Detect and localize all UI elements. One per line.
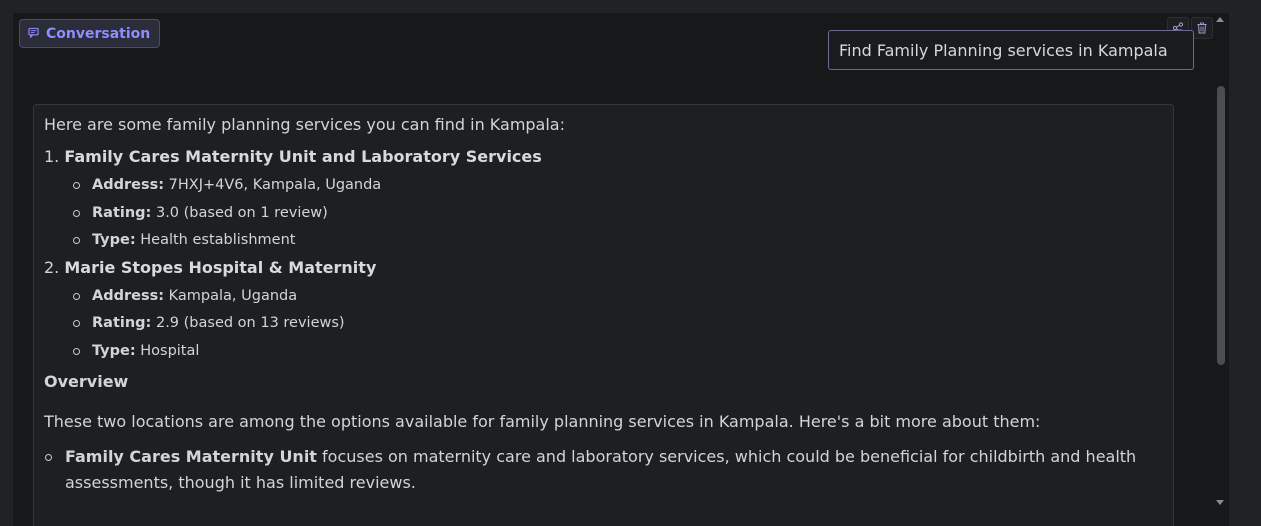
scroll-down-arrow[interactable] bbox=[1216, 500, 1224, 505]
result-number: 2. bbox=[44, 257, 60, 277]
conversation-badge-label: Conversation bbox=[46, 25, 151, 42]
overview-text: These two locations are among the option… bbox=[44, 412, 1041, 431]
result-details-1: Address: 7HXJ+4V6, Kampala, Uganda Ratin… bbox=[71, 175, 1163, 258]
trash-icon bbox=[1196, 19, 1208, 38]
result-item-2: 2. Marie Stopes Hospital & Maternity bbox=[44, 258, 1163, 278]
scroll-up-arrow[interactable] bbox=[1216, 17, 1224, 22]
window-top-strip bbox=[0, 0, 1261, 13]
detail-address: Address: 7HXJ+4V6, Kampala, Uganda bbox=[71, 175, 1163, 203]
delete-button[interactable] bbox=[1191, 17, 1213, 39]
conversation-panel: Conversation Find Family Planning servic… bbox=[13, 13, 1229, 526]
detail-address: Address: Kampala, Uganda bbox=[71, 286, 1163, 314]
scrollbar-thumb[interactable] bbox=[1217, 86, 1225, 365]
assistant-message: Here are some family planning services y… bbox=[33, 104, 1174, 526]
conversation-badge[interactable]: Conversation bbox=[19, 19, 161, 48]
result-details-2: Address: Kampala, Uganda Rating: 2.9 (ba… bbox=[71, 286, 1163, 369]
detail-type: Type: Health establishment bbox=[71, 230, 1163, 258]
result-number: 1. bbox=[44, 147, 60, 166]
result-item-1: 1. Family Cares Maternity Unit and Labor… bbox=[44, 147, 1163, 167]
detail-type: Type: Hospital bbox=[71, 341, 1163, 369]
detail-rating: Rating: 2.9 (based on 13 reviews) bbox=[71, 313, 1163, 341]
user-message: Find Family Planning services in Kampala bbox=[828, 30, 1194, 70]
overview-heading: Overview bbox=[44, 372, 129, 391]
result-name: Marie Stopes Hospital & Maternity bbox=[64, 257, 377, 277]
assistant-intro: Here are some family planning services y… bbox=[44, 115, 565, 134]
message-icon bbox=[28, 26, 39, 42]
detail-rating: Rating: 3.0 (based on 1 review) bbox=[71, 203, 1163, 231]
result-name: Family Cares Maternity Unit and Laborato… bbox=[64, 147, 542, 166]
bullet-bold: Family Cares Maternity Unit bbox=[65, 447, 317, 466]
overview-bullet: Family Cares Maternity Unit focuses on m… bbox=[44, 444, 1163, 496]
